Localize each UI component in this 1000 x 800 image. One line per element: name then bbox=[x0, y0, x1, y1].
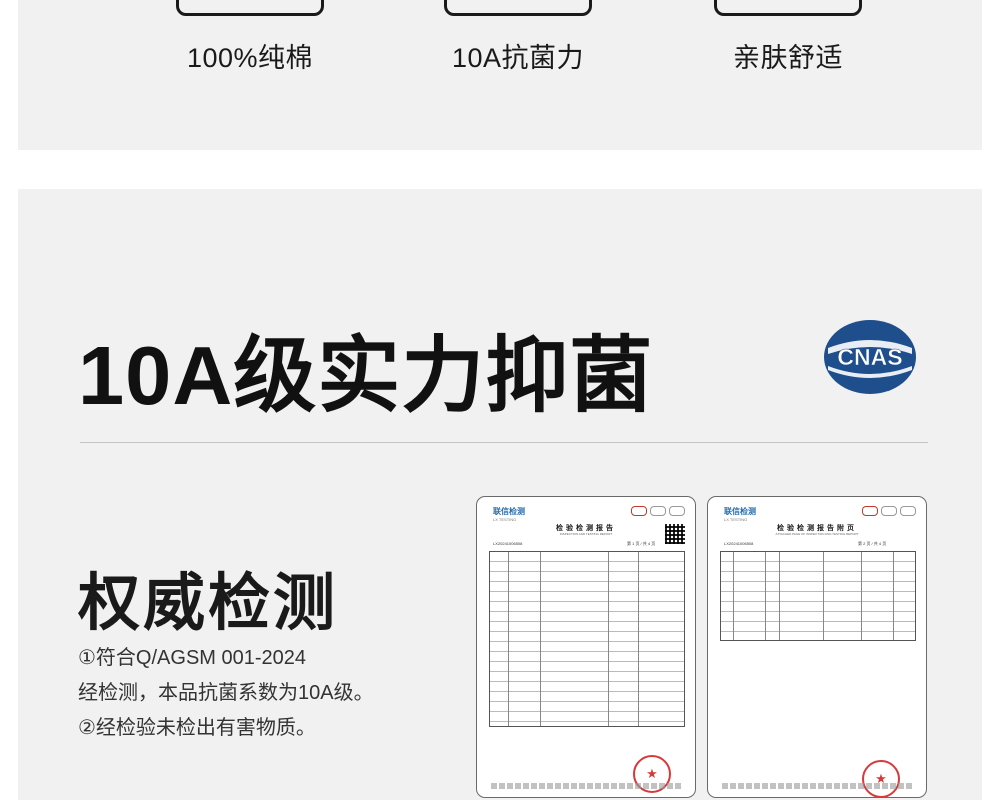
report-page: 第 2 页 / 共 4 页 bbox=[858, 541, 887, 546]
description-line: ②经检验未检出有害物质。 bbox=[78, 717, 316, 739]
certification-marks bbox=[862, 506, 916, 516]
feature-icon-frame bbox=[176, 0, 324, 16]
description-line: ①符合Q/AGSM 001-2024 bbox=[78, 647, 307, 669]
report-table bbox=[489, 551, 685, 727]
test-report-page-1[interactable]: 联信检测 LX TESTING 检验检测报告 INSPECTION AND TES… bbox=[476, 496, 696, 798]
cnas-logo: CNAS bbox=[824, 320, 916, 394]
feature-label: 亲肤舒适 bbox=[733, 43, 843, 73]
feature-icon-frame bbox=[444, 0, 592, 16]
report-number: LX20241006508 bbox=[493, 541, 523, 546]
cnas-logo-text: CNAS bbox=[837, 344, 902, 370]
qr-code-icon bbox=[665, 524, 685, 544]
report-footer bbox=[491, 783, 681, 789]
feature-label: 10A抗菌力 bbox=[451, 43, 585, 73]
report-subtitle: ATTACHED PAGE OF INSPECTION AND TESTING … bbox=[775, 532, 859, 536]
divider bbox=[80, 442, 928, 443]
section-description: ①符合Q/AGSM 001-2024 经检测，本品抗菌系数为10A级。 ②经检验… bbox=[78, 641, 374, 746]
certification-marks bbox=[631, 506, 685, 516]
report-page: 第 1 页 / 共 4 页 bbox=[627, 541, 656, 546]
description-line: 经检测，本品抗菌系数为10A级。 bbox=[78, 682, 374, 704]
report-number: LX20241006508 bbox=[724, 541, 754, 546]
official-seal-icon bbox=[862, 760, 900, 797]
feature-label: 100%纯棉 bbox=[186, 43, 314, 73]
test-report-page-2[interactable]: 联信检测 LX TESTING 检验检测报告附页 ATTACHED PAGE OF… bbox=[707, 496, 927, 798]
section-title: 权威检测 bbox=[78, 569, 339, 638]
report-subtitle: INSPECTION AND TESTING REPORT bbox=[559, 532, 613, 536]
report-footer bbox=[722, 783, 912, 789]
report-table bbox=[720, 551, 916, 641]
headline: 10A级实力抑菌 bbox=[78, 329, 654, 422]
features-panel: 100%纯棉 10A抗菌力 亲肤舒适 bbox=[18, 0, 982, 150]
feature-icon-frame bbox=[714, 0, 862, 16]
lab-logo: 联信检测 LX TESTING bbox=[493, 507, 525, 522]
lab-logo: 联信检测 LX TESTING bbox=[724, 507, 756, 522]
